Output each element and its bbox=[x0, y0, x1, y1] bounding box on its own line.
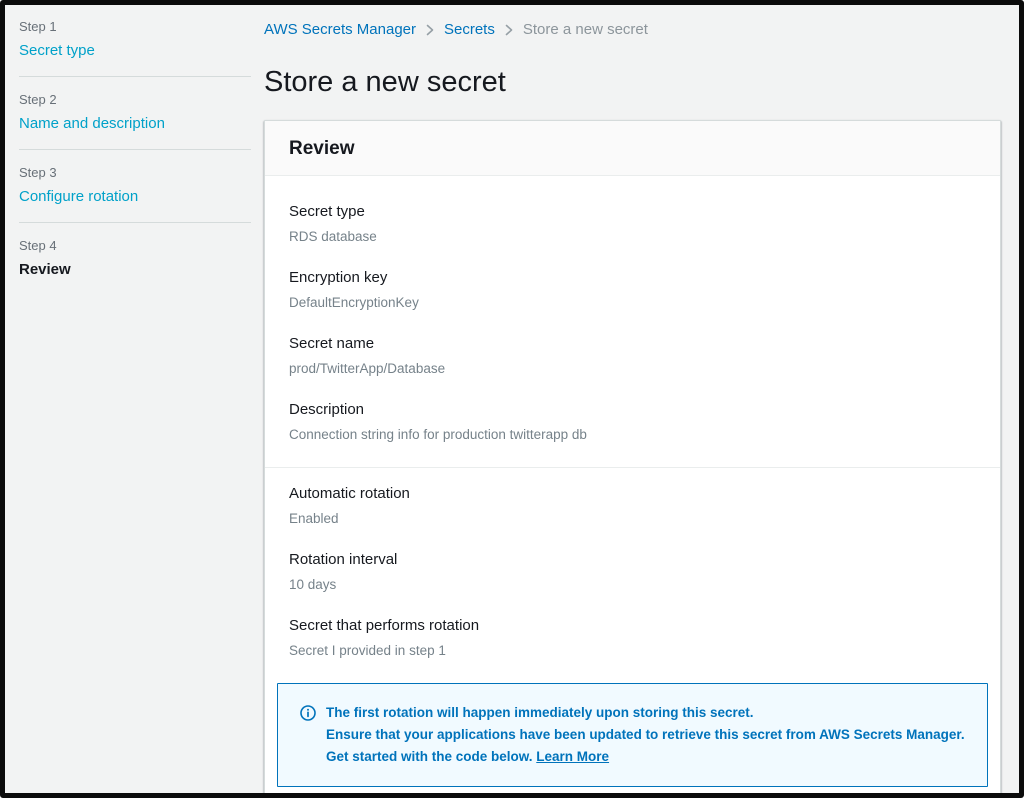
review-panel: Review Secret type RDS database Encrypti… bbox=[264, 120, 1001, 793]
review-panel-title: Review bbox=[289, 138, 355, 159]
info-icon bbox=[300, 705, 316, 721]
field-value: Secret I provided in step 1 bbox=[289, 643, 446, 658]
step-number: Step 1 bbox=[19, 19, 57, 34]
field-label: Secret that performs rotation bbox=[289, 617, 480, 634]
sidebar-item-configure-rotation[interactable]: Configure rotation bbox=[19, 188, 138, 205]
field-label: Rotation interval bbox=[289, 551, 398, 568]
field-value: 10 days bbox=[289, 577, 337, 592]
review-field-secret-name: Secret name prod/TwitterApp/Database bbox=[265, 335, 1000, 377]
field-label: Description bbox=[289, 401, 365, 418]
sidebar-item-review-current: Review bbox=[19, 261, 71, 278]
review-field-secret-type: Secret type RDS database bbox=[265, 203, 1000, 245]
sidebar-divider bbox=[19, 222, 251, 223]
field-value: Connection string info for production tw… bbox=[289, 427, 587, 442]
alert-line1: The first rotation will happen immediate… bbox=[326, 705, 754, 720]
step-number: Step 3 bbox=[19, 165, 57, 180]
review-panel-body: Secret type RDS database Encryption key … bbox=[265, 176, 1000, 793]
field-label: Secret type bbox=[289, 203, 365, 220]
field-label: Secret name bbox=[289, 335, 375, 352]
sidebar-item-step3: Step 3 Configure rotation bbox=[19, 165, 251, 206]
field-label: Automatic rotation bbox=[289, 485, 410, 502]
field-value: Enabled bbox=[289, 511, 339, 526]
step-number: Step 4 bbox=[19, 238, 57, 253]
breadcrumb-link-secrets[interactable]: Secrets bbox=[444, 20, 495, 40]
field-value: prod/TwitterApp/Database bbox=[289, 361, 446, 376]
field-value: RDS database bbox=[289, 229, 377, 244]
field-label: Encryption key bbox=[289, 269, 388, 286]
app-window: Step 1 Secret type Step 2 Name and descr… bbox=[0, 0, 1024, 798]
step-number: Step 2 bbox=[19, 92, 57, 107]
field-value: DefaultEncryptionKey bbox=[289, 295, 419, 310]
sidebar-divider bbox=[19, 76, 251, 77]
rotation-info-alert: The first rotation will happen immediate… bbox=[277, 683, 988, 787]
breadcrumb-current: Store a new secret bbox=[522, 21, 648, 38]
alert-line2: Ensure that your applications have been … bbox=[326, 724, 971, 768]
sidebar-item-step2: Step 2 Name and description bbox=[19, 92, 251, 133]
review-field-rotation-interval: Rotation interval 10 days bbox=[265, 551, 1000, 593]
alert-line2-text: Ensure that your applications have been … bbox=[326, 727, 965, 764]
main-content: AWS Secrets Manager Secrets Store a new … bbox=[264, 5, 1019, 793]
review-field-rotation-secret: Secret that performs rotation Secret I p… bbox=[265, 617, 1000, 659]
sidebar-item-secret-type[interactable]: Secret type bbox=[19, 42, 95, 59]
section-divider bbox=[265, 467, 1000, 468]
wizard-steps-sidebar: Step 1 Secret type Step 2 Name and descr… bbox=[5, 5, 264, 793]
review-panel-header: Review bbox=[265, 121, 1000, 176]
sidebar-item-name-description[interactable]: Name and description bbox=[19, 115, 165, 132]
alert-text: The first rotation will happen immediate… bbox=[326, 702, 971, 768]
sidebar-divider bbox=[19, 149, 251, 150]
sidebar-item-step4: Step 4 Review bbox=[19, 238, 251, 279]
review-field-automatic-rotation: Automatic rotation Enabled bbox=[265, 485, 1000, 527]
page-title: Store a new secret bbox=[264, 66, 506, 98]
breadcrumb: AWS Secrets Manager Secrets Store a new … bbox=[264, 20, 1001, 40]
review-field-description: Description Connection string info for p… bbox=[265, 401, 1000, 443]
review-field-encryption-key: Encryption key DefaultEncryptionKey bbox=[265, 269, 1000, 311]
learn-more-link[interactable]: Learn More bbox=[536, 749, 609, 764]
breadcrumb-link-secrets-manager[interactable]: AWS Secrets Manager bbox=[264, 20, 416, 40]
breadcrumb-chevron-icon bbox=[425, 24, 435, 36]
sidebar-item-step1: Step 1 Secret type bbox=[19, 19, 251, 60]
breadcrumb-chevron-icon bbox=[504, 24, 514, 36]
